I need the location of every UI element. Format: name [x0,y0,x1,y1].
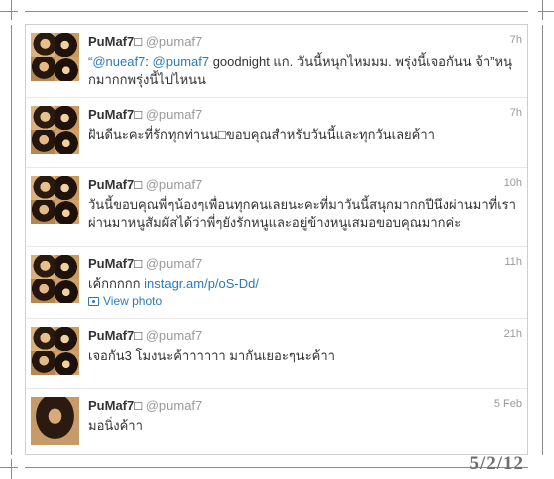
tweet-text: วันนี้ขอบคุณพี่ๆน้องๆเพื่อนทุกคนเลยนะคะท… [88,197,516,230]
display-name[interactable]: PuMaf7 [88,398,134,413]
tweet-item[interactable]: PuMaf7□ @pumaf7 5 Feb มอนิ่งค้าา [26,389,527,454]
view-photo-label: View photo [103,294,163,308]
tweet-timestamp[interactable]: 7h [510,107,522,119]
name-glyph: □ [134,34,143,49]
name-glyph: □ [134,177,143,192]
photo-icon [88,296,99,306]
tweet-user[interactable]: PuMaf7□ @pumaf7 [88,328,202,344]
display-name[interactable]: PuMaf7 [88,107,134,122]
user-handle[interactable]: @pumaf7 [146,107,203,122]
avatar[interactable] [31,106,79,154]
tweet-text-part: เค้กกกกก [88,276,145,291]
frame-left-line [11,25,12,455]
tweet-text-part: : [145,54,153,69]
tweet-timestamp[interactable]: 11h [504,256,522,268]
user-handle[interactable]: @pumaf7 [146,328,203,343]
name-glyph: □ [134,328,143,343]
user-handle[interactable]: @pumaf7 [146,34,203,49]
crop-mark-bottom-left-v [11,459,12,479]
frame-top-line [25,11,528,12]
display-name[interactable]: PuMaf7 [88,34,134,49]
tweet-item[interactable]: PuMaf7□ @pumaf7 7h ฝันดีนะคะที่รักทุกท่า… [26,98,527,168]
user-handle[interactable]: @pumaf7 [146,177,203,192]
tweet-text: เจอกัน3 โมงนะค้าาาาาา มากันเยอะๆนะค้าา [88,348,335,363]
avatar[interactable] [31,327,79,375]
crop-mark-bottom-left-h [0,467,18,468]
avatar[interactable] [31,176,79,224]
crop-mark-top-left-h [0,11,18,12]
name-glyph: □ [134,107,143,122]
frame-bottom-line [25,467,528,468]
tweet-text: เค้กกกกก instagr.am/p/oS-Dd/ [88,275,522,293]
user-handle[interactable]: @pumaf7 [146,398,203,413]
tweet-item[interactable]: PuMaf7□ @pumaf7 11h เค้กกกกก instagr.am/… [26,247,527,319]
tweet-text: “@nueaf7: @pumaf7 goodnight แก. วันนี้หน… [88,53,522,89]
frame-right-line [542,25,543,455]
tweet-item[interactable]: PuMaf7□ @pumaf7 7h “@nueaf7: @pumaf7 goo… [26,25,527,98]
display-name[interactable]: PuMaf7 [88,256,134,271]
crop-mark-top-left-v [11,0,12,20]
crop-mark-top-right-v [542,0,543,20]
tweet-timestamp[interactable]: 7h [510,34,522,46]
user-handle[interactable]: @pumaf7 [146,256,203,271]
instagram-link[interactable]: instagr.am/p/oS-Dd/ [144,276,259,291]
name-glyph: □ [134,256,143,271]
date-stamp: 5/2/12 [469,453,524,474]
mention-link[interactable]: “@nueaf7 [88,54,145,69]
avatar[interactable] [31,255,79,303]
tweet-text: มอนิ่งค้าา [88,418,143,433]
tweet-text: ฝันดีนะคะที่รักทุกท่านน□ขอบคุณสำหรับวันน… [88,127,435,142]
avatar[interactable] [31,33,79,81]
mention-link[interactable]: @pumaf7 [153,54,210,69]
tweet-user[interactable]: PuMaf7□ @pumaf7 [88,177,202,193]
tweet-item[interactable]: PuMaf7□ @pumaf7 21h เจอกัน3 โมงนะค้าาาาา… [26,319,527,389]
tweet-user[interactable]: PuMaf7□ @pumaf7 [88,34,202,50]
avatar[interactable] [31,397,79,445]
tweet-timestamp[interactable]: 10h [504,177,522,189]
display-name[interactable]: PuMaf7 [88,177,134,192]
tweet-user[interactable]: PuMaf7□ @pumaf7 [88,256,202,272]
crop-mark-top-right-h [538,11,554,12]
name-glyph: □ [134,398,143,413]
display-name[interactable]: PuMaf7 [88,328,134,343]
tweet-timestamp[interactable]: 21h [504,328,522,340]
tweet-user[interactable]: PuMaf7□ @pumaf7 [88,107,202,123]
tweet-user[interactable]: PuMaf7□ @pumaf7 [88,398,202,414]
tweet-timeline: PuMaf7□ @pumaf7 7h “@nueaf7: @pumaf7 goo… [25,24,528,455]
tweet-item[interactable]: PuMaf7□ @pumaf7 10h วันนี้ขอบคุณพี่ๆน้อง… [26,168,527,247]
view-photo-button[interactable]: View photo [88,294,162,308]
tweet-timestamp[interactable]: 5 Feb [494,398,522,410]
